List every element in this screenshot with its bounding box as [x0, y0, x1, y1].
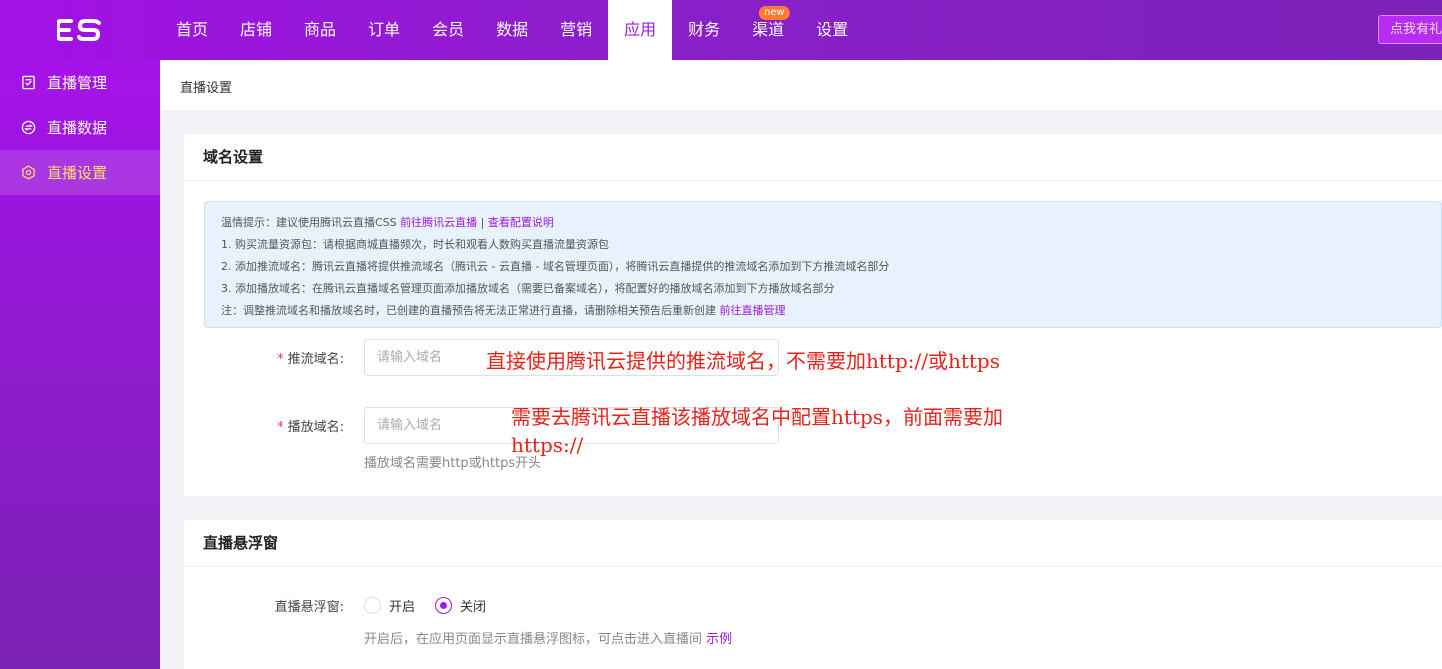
- radio-enable[interactable]: 开启: [364, 596, 415, 615]
- nav-home[interactable]: 首页: [160, 0, 224, 60]
- card-title: 直播悬浮窗: [184, 520, 1442, 567]
- tip-intro-line: 温情提示：建议使用腾讯云直播CSS 前往腾讯云直播 | 查看配置说明: [221, 214, 1441, 236]
- nav-members[interactable]: 会员: [416, 0, 480, 60]
- sidebar-item-live-data[interactable]: 直播数据: [0, 105, 160, 150]
- nav-label: 店铺: [240, 20, 273, 39]
- nav-marketing[interactable]: 营销: [544, 0, 608, 60]
- new-badge: new: [758, 6, 790, 20]
- radio-circle-checked: [435, 597, 453, 614]
- sidebar-item-label: 直播管理: [47, 74, 108, 92]
- tip-line-3: 3. 添加播放域名：在腾讯云直播域名管理页面添加播放域名（需要已备案域名），将配…: [221, 282, 835, 295]
- nav-label: 营销: [560, 20, 593, 39]
- nav-data[interactable]: 数据: [480, 0, 544, 60]
- nav-apps[interactable]: 应用: [608, 0, 673, 60]
- gift-button[interactable]: 点我有礼: [1378, 15, 1442, 44]
- sidebar-item-live-manage[interactable]: 直播管理: [0, 60, 160, 105]
- tip-line-1: 1. 购买流量资源包：请根据商城直播频次，时长和观看人数购买直播流量资源包: [221, 238, 609, 251]
- required-mark: *: [277, 420, 284, 435]
- nav-label: 财务: [688, 20, 721, 39]
- float-window-help: 开启后，在应用页面显示直播悬浮图标，可点击进入直播间 示例: [364, 628, 732, 647]
- float-window-radio-group: 开启 关闭: [364, 596, 506, 615]
- tip-note-line: 注：调整推流域名和播放域名时，已创建的直播预告将无法正常进行直播，请删除相关预告…: [221, 302, 1441, 324]
- card-title: 域名设置: [184, 134, 1442, 181]
- logo[interactable]: [0, 0, 160, 60]
- nav-label: 设置: [816, 20, 849, 39]
- config-guide-link[interactable]: 查看配置说明: [488, 216, 554, 229]
- sidebar-item-live-settings[interactable]: 直播设置: [0, 150, 160, 195]
- radio-label: 关闭: [460, 600, 487, 615]
- nav-finance[interactable]: 财务: [672, 0, 736, 60]
- nav-label: 首页: [176, 20, 209, 39]
- play-domain-annotation-line1: 需要去腾讯云直播该播放域名中配置https，前面需要加: [511, 405, 1004, 429]
- live-float-card: 直播悬浮窗 直播悬浮窗: 开启 关闭 开启后，在应用页面显示直播悬浮图标，可点击…: [184, 520, 1442, 669]
- domain-settings-card: 域名设置 温情提示：建议使用腾讯云直播CSS 前往腾讯云直播 | 查看配置说明 …: [184, 134, 1442, 496]
- float-window-label: 直播悬浮窗:: [274, 600, 344, 615]
- top-navbar: 首页 店铺 商品 订单 会员 数据 营销 应用 财务 渠道 new 设置 点我有…: [0, 0, 1442, 60]
- nav-products[interactable]: 商品: [288, 0, 352, 60]
- tip-separator: |: [480, 216, 485, 229]
- play-domain-label-text: 播放域名:: [287, 420, 344, 435]
- play-domain-annotation-line2: https://: [511, 433, 584, 457]
- es-logo-icon: [57, 19, 101, 41]
- nav-label: 渠道: [752, 20, 785, 39]
- breadcrumb-bar: 直播设置: [160, 60, 1442, 110]
- radio-disable[interactable]: 关闭: [435, 596, 486, 615]
- tip-note: 注：调整推流域名和播放域名时，已创建的直播预告将无法正常进行直播，请删除相关预告…: [221, 304, 716, 317]
- nav-label: 订单: [368, 20, 401, 39]
- nav-label: 商品: [304, 20, 337, 39]
- push-domain-annotation: 直接使用腾讯云提供的推流域名，不需要加http://或https: [486, 349, 1000, 373]
- nav-settings[interactable]: 设置: [800, 0, 864, 60]
- tip-line-2: 2. 添加推流域名：腾讯云直播将提供推流域名（腾讯云 - 云直播 - 域名管理页…: [221, 260, 890, 273]
- radio-circle: [364, 597, 381, 614]
- sidebar: 直播管理 直播数据 直播设置: [0, 60, 160, 669]
- sidebar-item-label: 直播数据: [47, 119, 108, 137]
- breadcrumb: 直播设置: [180, 81, 233, 96]
- hexagon-settings-icon: [20, 165, 36, 181]
- nav-label: 数据: [496, 20, 529, 39]
- example-link[interactable]: 示例: [706, 632, 732, 647]
- nav-orders[interactable]: 订单: [352, 0, 416, 60]
- exchange-icon: [20, 120, 36, 136]
- play-domain-label: * 播放域名:: [184, 416, 344, 435]
- nav-label: 会员: [432, 20, 465, 39]
- tip-box: 温情提示：建议使用腾讯云直播CSS 前往腾讯云直播 | 查看配置说明 1. 购买…: [204, 201, 1442, 328]
- main-nav: 首页 店铺 商品 订单 会员 数据 营销 应用 财务 渠道 new 设置: [160, 0, 864, 60]
- push-domain-label-text: 推流域名:: [287, 352, 344, 367]
- tencent-live-link[interactable]: 前往腾讯云直播: [400, 216, 477, 229]
- nav-label: 应用: [624, 20, 657, 39]
- tip-intro: 温情提示：建议使用腾讯云直播CSS: [221, 216, 397, 229]
- float-window-help-text: 开启后，在应用页面显示直播悬浮图标，可点击进入直播间: [364, 632, 703, 647]
- sidebar-item-label: 直播设置: [47, 164, 108, 182]
- nav-store[interactable]: 店铺: [224, 0, 288, 60]
- push-domain-label: * 推流域名:: [184, 348, 344, 367]
- radio-label: 开启: [389, 600, 416, 615]
- required-mark: *: [277, 352, 284, 367]
- nav-channels[interactable]: 渠道 new: [736, 0, 800, 60]
- live-manage-link[interactable]: 前往直播管理: [720, 304, 786, 317]
- checklist-icon: [20, 75, 36, 91]
